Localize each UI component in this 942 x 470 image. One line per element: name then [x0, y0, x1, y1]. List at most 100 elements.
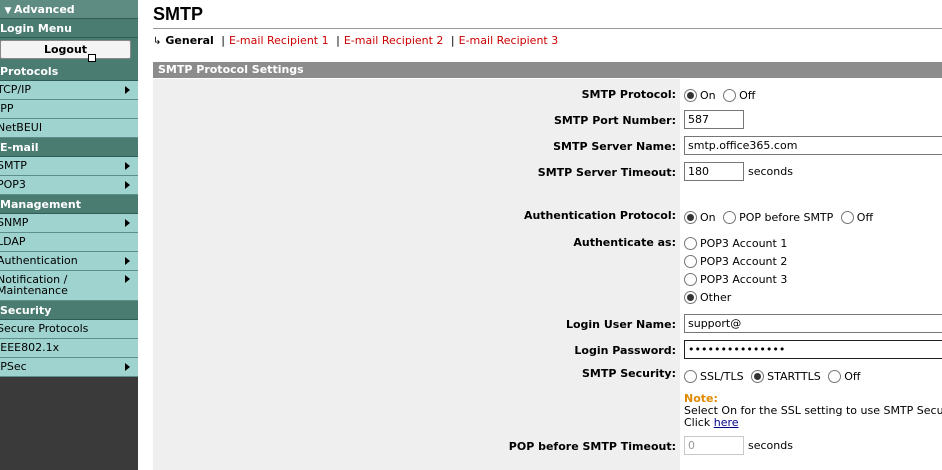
- logout-label: Logout: [43, 43, 88, 56]
- sidebar-item-ipsec[interactable]: IPSec: [0, 358, 138, 377]
- logout-button[interactable]: Logout: [0, 40, 131, 62]
- sidebar-item-snmp[interactable]: SNMP: [0, 214, 138, 233]
- sidebar-item-label: NetBEUI: [0, 121, 43, 134]
- smtp-port-input[interactable]: 587: [684, 110, 744, 129]
- arrow-right-icon: [125, 363, 130, 371]
- authenticate-as-option: POP3 Account 3: [684, 273, 791, 286]
- sidebar-item-label: Notification / Maintenance: [0, 273, 68, 297]
- smtp-port-label: SMTP Port Number:: [553, 114, 676, 127]
- radio-label: Off: [739, 89, 756, 102]
- arrow-right-icon: [125, 162, 130, 170]
- smtp-protocol-on-radio[interactable]: [684, 89, 697, 102]
- auth-protocol-label: Authentication Protocol:: [523, 209, 676, 222]
- smtp-server-name-control: smtp.office365.com: [684, 136, 942, 155]
- sidebar-item-label: IPP: [0, 102, 14, 115]
- pop3-account-2-radio[interactable]: [684, 255, 697, 268]
- note-here-link[interactable]: here: [714, 416, 739, 429]
- main-content: SMTP ↳ General | E-mail Recipient 1 | E-mai…: [153, 0, 942, 470]
- sidebar-item-tcpip[interactable]: TCP/IP: [0, 81, 138, 100]
- form-label-column: [153, 79, 680, 470]
- pop3-account-1-radio[interactable]: [684, 237, 697, 250]
- security-heading: Security: [0, 301, 138, 320]
- sidebar-item-label: POP3: [0, 178, 26, 191]
- sidebar-item-pop3[interactable]: POP3: [0, 176, 138, 195]
- ssl-tls-radio[interactable]: [684, 370, 697, 383]
- advanced-menu-toggle[interactable]: ▼ Advanced: [0, 0, 138, 19]
- sidebar-item-smtp[interactable]: SMTP: [0, 157, 138, 176]
- pop3-account-3-radio[interactable]: [684, 273, 697, 286]
- smtp-server-name-input[interactable]: smtp.office365.com: [684, 136, 942, 155]
- starttls-radio[interactable]: [751, 370, 765, 383]
- login-user-control: support@: [684, 314, 942, 333]
- login-password-control: •••••••••••••••: [684, 340, 942, 359]
- page-title: SMTP: [153, 4, 204, 24]
- tab-email-recipient-2[interactable]: E-mail Recipient 2: [344, 34, 444, 47]
- arrow-right-icon: [125, 86, 130, 94]
- sidebar-item-label: TCP/IP: [0, 83, 31, 96]
- login-password-input[interactable]: •••••••••••••••: [684, 340, 942, 359]
- sidebar-item-authentication[interactable]: Authentication: [0, 252, 138, 271]
- smtp-timeout-control: 180 seconds: [684, 162, 793, 181]
- arrow-right-icon: [125, 275, 130, 283]
- sidebar-item-label: IPSec: [0, 360, 27, 373]
- sidebar-item-label: SMTP: [0, 159, 27, 172]
- management-heading: Management: [0, 195, 138, 214]
- sidebar-item-label: Secure Protocols: [0, 322, 89, 335]
- subnav-arrow-icon: ↳: [153, 36, 162, 47]
- smtp-protocol-radios: On Off: [684, 89, 759, 102]
- logout-wrap: Logout: [0, 38, 138, 62]
- radio-label: Off: [856, 211, 874, 224]
- authenticate-as-option: Other: [684, 291, 735, 304]
- unit-label: seconds: [748, 438, 793, 452]
- sidebar-item-label: SNMP: [0, 216, 29, 229]
- radio-label: SSL/TLS: [700, 370, 744, 383]
- smtp-port-control: 587: [684, 110, 744, 129]
- radio-label: Off: [844, 370, 861, 383]
- arrow-right-icon: [125, 181, 130, 189]
- authenticate-as-option: POP3 Account 2: [684, 255, 791, 268]
- separator: |: [221, 34, 226, 47]
- radio-label: On: [700, 211, 716, 224]
- separator: |: [450, 34, 455, 47]
- radio-label: POP3 Account 2: [700, 255, 788, 268]
- email-heading: E-mail: [0, 138, 138, 157]
- radio-label: On: [700, 89, 716, 102]
- auth-off-radio[interactable]: [840, 211, 854, 224]
- tab-email-recipient-1[interactable]: E-mail Recipient 1: [229, 34, 329, 47]
- arrow-right-icon: [125, 219, 130, 227]
- sidebar-item-notification[interactable]: Notification / Maintenance: [0, 271, 138, 301]
- unit-label: seconds: [748, 164, 793, 178]
- authenticate-as-label: Authenticate as:: [573, 236, 676, 249]
- sidebar-item-secure-protocols[interactable]: Secure Protocols: [0, 320, 138, 339]
- smtp-server-name-label: SMTP Server Name:: [553, 140, 676, 153]
- login-user-input[interactable]: support@: [684, 314, 942, 333]
- sidebar-item-label: Authentication: [0, 254, 78, 267]
- sidebar-item-netbeui[interactable]: NetBEUI: [0, 119, 138, 138]
- note-link-line: Click here: [684, 417, 942, 429]
- separator: |: [336, 34, 340, 47]
- pop-timeout-label: POP before SMTP Timeout:: [508, 440, 676, 453]
- sidebar-item-label: LDAP: [0, 235, 26, 248]
- smtp-timeout-input[interactable]: 180: [684, 162, 744, 181]
- pop-timeout-control: 0 seconds: [684, 436, 793, 455]
- radio-label: Other: [700, 291, 732, 304]
- sidebar-item-label: IEEE802.1x: [0, 341, 60, 354]
- other-account-radio[interactable]: [684, 291, 697, 304]
- radio-label: POP3 Account 1: [700, 237, 788, 250]
- title-divider: [153, 28, 942, 29]
- security-note: Note: Select On for the SSL setting to u…: [684, 393, 942, 429]
- security-off-radio[interactable]: [828, 370, 842, 383]
- smtp-protocol-off-radio[interactable]: [723, 89, 737, 102]
- auth-pop-before-smtp-radio[interactable]: [723, 211, 737, 224]
- protocols-heading: Protocols: [0, 62, 138, 81]
- tab-email-recipient-3[interactable]: E-mail Recipient 3: [459, 34, 559, 47]
- focus-marker: [88, 54, 96, 62]
- radio-label: POP before SMTP: [739, 211, 834, 224]
- sidebar-item-ipp[interactable]: IPP: [0, 100, 138, 119]
- auth-on-radio[interactable]: [684, 211, 697, 224]
- smtp-security-label: SMTP Security:: [581, 367, 676, 380]
- pop-timeout-input[interactable]: 0: [684, 436, 744, 455]
- sidebar-item-ieee8021x[interactable]: IEEE802.1x: [0, 339, 138, 358]
- radio-label: STARTTLS: [767, 370, 821, 383]
- sidebar-item-ldap[interactable]: LDAP: [0, 233, 138, 252]
